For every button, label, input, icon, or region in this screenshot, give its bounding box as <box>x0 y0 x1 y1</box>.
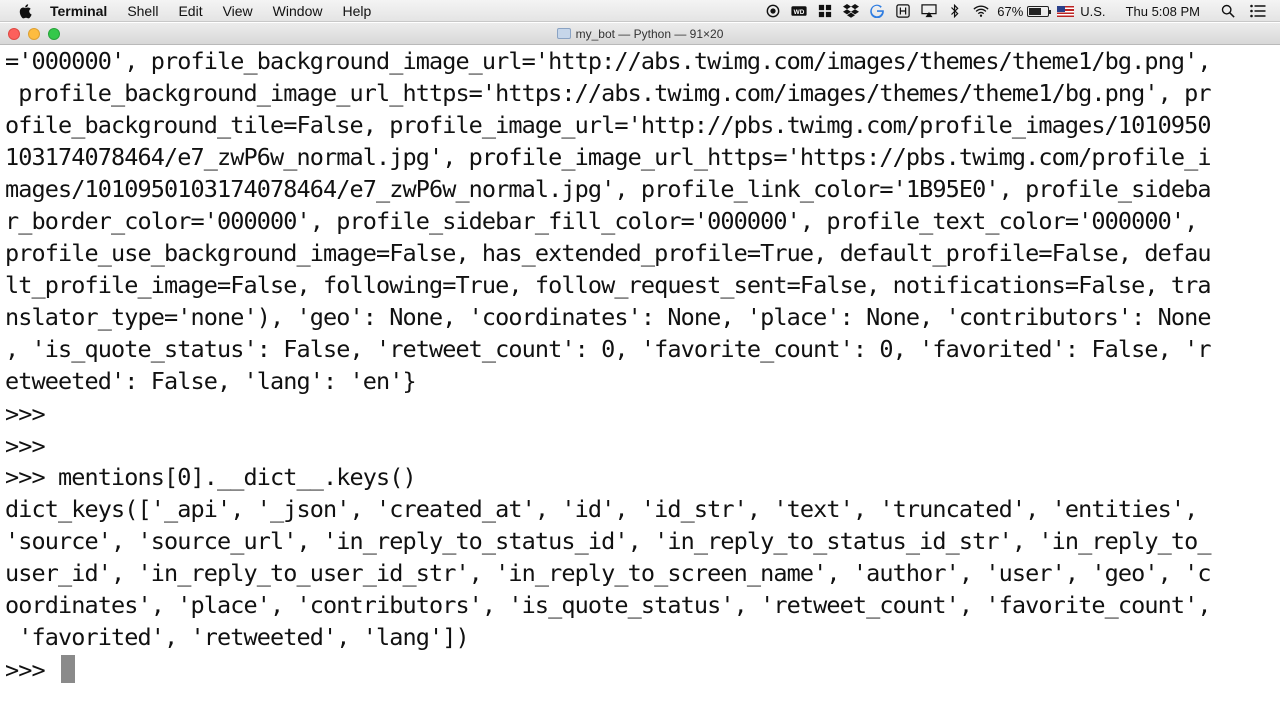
flag-icon[interactable] <box>1057 5 1075 17</box>
list-icon[interactable] <box>1248 3 1268 19</box>
prompt-line: >>> <box>5 400 46 428</box>
terminal-line: r_border_color='000000', profile_sidebar… <box>5 207 1198 235</box>
menu-bar: Terminal Shell Edit View Window Help WD <box>0 0 1280 22</box>
dropbox-icon[interactable] <box>841 3 861 19</box>
terminal-line: profile_background_image_url_https='http… <box>5 79 1211 107</box>
terminal-line: oordinates', 'place', 'contributors', 'i… <box>5 591 1211 619</box>
menu-view[interactable]: View <box>223 3 253 19</box>
google-drive-icon[interactable] <box>867 3 887 19</box>
terminal-line: , 'is_quote_status': False, 'retweet_cou… <box>5 335 1211 363</box>
menu-edit[interactable]: Edit <box>178 3 202 19</box>
terminal-line: 'favorited', 'retweeted', 'lang']) <box>5 623 469 651</box>
battery-icon[interactable] <box>1027 5 1052 17</box>
command-line: >>> mentions[0].__dict__.keys() <box>5 463 417 491</box>
search-icon[interactable] <box>1218 3 1238 19</box>
text-cursor <box>61 655 75 683</box>
terminal-line: dict_keys(['_api', '_json', 'created_at'… <box>5 495 1198 523</box>
terminal-line: ofile_background_tile=False, profile_ima… <box>5 111 1211 139</box>
prompt-line: >>> <box>5 432 46 460</box>
terminal-line: user_id', 'in_reply_to_user_id_str', 'in… <box>5 559 1211 587</box>
battery-level-fill <box>1029 7 1042 15</box>
window-title-text: my_bot — Python — 91×20 <box>575 27 724 41</box>
menu-app-name[interactable]: Terminal <box>50 3 107 19</box>
terminal-line: ='000000', profile_background_image_url=… <box>5 47 1211 75</box>
bluetooth-icon[interactable] <box>945 3 965 19</box>
terminal-line: profile_use_background_image=False, has_… <box>5 239 1211 267</box>
record-icon[interactable] <box>763 3 783 19</box>
wd-drive-icon[interactable]: WD <box>789 3 809 19</box>
wifi-icon[interactable] <box>971 3 991 19</box>
menu-window[interactable]: Window <box>273 3 323 19</box>
window-title: my_bot — Python — 91×20 <box>0 27 1280 41</box>
menu-shell[interactable]: Shell <box>127 3 158 19</box>
terminal-line: mages/1010950103174078464/e7_zwP6w_norma… <box>5 175 1211 203</box>
terminal-line: lt_profile_image=False, following=True, … <box>5 271 1211 299</box>
clock[interactable]: Thu 5:08 PM <box>1126 4 1200 19</box>
menu-help[interactable]: Help <box>342 3 371 19</box>
terminal-line: 103174078464/e7_zwP6w_normal.jpg', profi… <box>5 143 1211 171</box>
airplay-icon[interactable] <box>919 3 939 19</box>
apple-icon[interactable] <box>18 3 36 19</box>
grid-icon[interactable] <box>815 3 835 19</box>
svg-text:WD: WD <box>794 9 805 16</box>
terminal-line: etweeted': False, 'lang': 'en'} <box>5 367 417 395</box>
terminal-line: 'source', 'source_url', 'in_reply_to_sta… <box>5 527 1211 555</box>
terminal-output[interactable]: ='000000', profile_background_image_url=… <box>0 45 1280 720</box>
battery-percent: 67% <box>997 3 1024 19</box>
terminal-line: nslator_type='none'), 'geo': None, 'coor… <box>5 303 1211 331</box>
current-prompt[interactable]: >>> <box>5 654 58 686</box>
input-source-label[interactable]: U.S. <box>1080 4 1105 19</box>
status-area: WD 67% U.S. Thu 5:08 PM <box>757 0 1280 22</box>
window-title-bar[interactable]: my_bot — Python — 91×20 <box>0 23 1280 45</box>
keyboard-icon[interactable] <box>893 3 913 19</box>
folder-icon <box>556 28 571 39</box>
